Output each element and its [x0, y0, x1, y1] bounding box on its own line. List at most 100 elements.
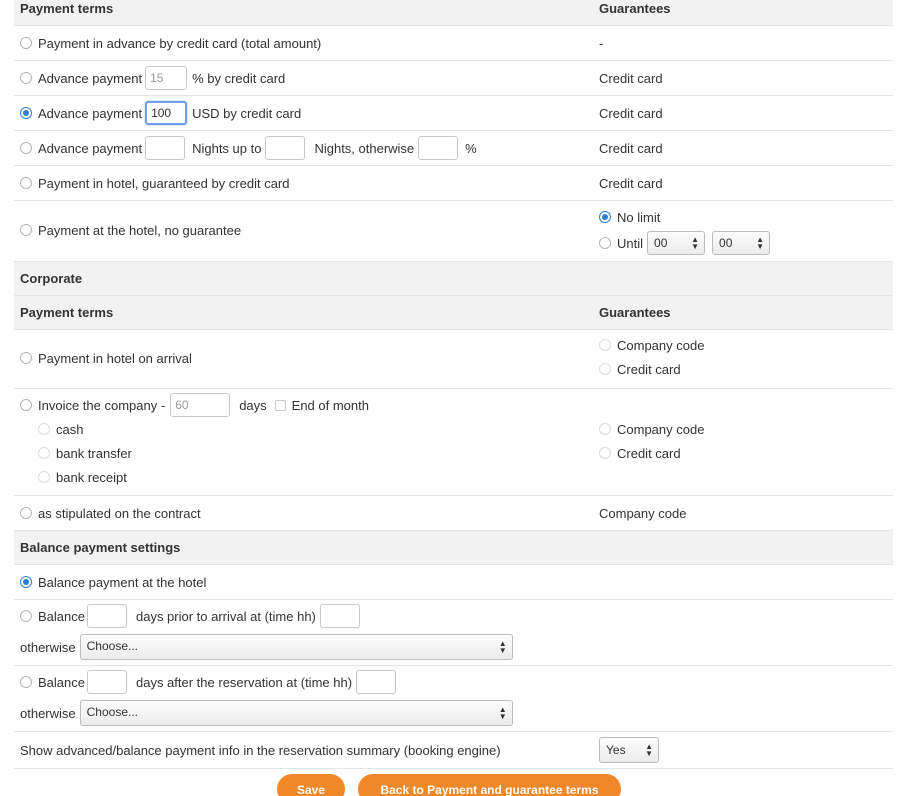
select-arrows-icon: ▲ ▼ — [645, 742, 653, 758]
hotel-guaranteed-guarantee: Credit card — [599, 175, 663, 191]
method-bank-receipt-label: bank receipt — [56, 469, 127, 485]
advance-nights-percent: % — [465, 140, 477, 156]
balance-after-otherwise: otherwise — [20, 705, 76, 721]
invoice-days-input[interactable]: 60 — [170, 393, 231, 417]
balance-prior: Balance days prior to arrival at (time h… — [14, 600, 893, 666]
no-limit-label: No limit — [617, 209, 661, 225]
save-button[interactable]: Save — [277, 774, 345, 796]
select-arrows-icon: ▲ ▼ — [756, 235, 765, 251]
advance-nights-upto-input[interactable] — [265, 136, 306, 160]
advance-total-radio[interactable] — [20, 37, 32, 49]
balance-after-mid: days after the reservation at (time hh) — [135, 674, 353, 690]
on-arrival-company-code-radio[interactable] — [599, 339, 611, 351]
balance-prior-mid: days prior to arrival at (time hh) — [135, 608, 316, 624]
corporate-header: Corporate — [14, 262, 893, 296]
option-hotel-no-guarantee: Payment at the hotel, no guarantee No li… — [14, 201, 893, 262]
balance-after-radio[interactable] — [20, 676, 32, 688]
invoice-company-code-radio[interactable] — [599, 423, 611, 435]
advance-total-guarantee: - — [599, 35, 604, 51]
advance-total-label: Payment in advance by credit card (total… — [38, 35, 322, 51]
until-radio[interactable] — [599, 237, 611, 249]
corporate-payment-terms-title: Payment terms — [20, 305, 114, 320]
until-minute-select[interactable]: 00 ▲ ▼ — [712, 231, 771, 255]
advance-percent-radio[interactable] — [20, 72, 32, 84]
invoice-credit-card-radio[interactable] — [599, 447, 611, 459]
option-advance-total: Payment in advance by credit card (total… — [14, 26, 893, 61]
advance-nights-radio[interactable] — [20, 142, 32, 154]
payment-terms-header: Payment terms Guarantees — [14, 0, 893, 26]
corporate-invoice: Invoice the company - 60 days End of mon… — [14, 389, 893, 496]
balance-header: Balance payment settings — [14, 531, 893, 565]
select-arrows-icon: ▲ ▼ — [498, 705, 507, 721]
balance-after-select[interactable]: Choose... ▲ ▼ — [79, 700, 513, 726]
option-advance-usd: Advance payment 100 USD by credit card C… — [14, 96, 893, 131]
balance-after-time-input[interactable] — [356, 670, 397, 694]
balance-after-days-input[interactable] — [86, 670, 127, 694]
advance-nights-input[interactable] — [145, 136, 186, 160]
invoice-radio[interactable] — [20, 399, 32, 411]
method-bank-transfer-label: bank transfer — [56, 445, 132, 461]
balance-title: Balance payment settings — [20, 540, 181, 555]
balance-prior-radio[interactable] — [20, 610, 32, 622]
select-arrows-icon: ▲ ▼ — [691, 235, 700, 251]
show-info-row: Show advanced/balance payment info in th… — [14, 732, 893, 769]
end-of-month-label: End of month — [291, 397, 369, 413]
contract-guarantee: Company code — [599, 505, 687, 521]
method-bank-receipt-radio[interactable] — [38, 471, 50, 483]
balance-after-label: Balance — [38, 674, 85, 690]
on-arrival-credit-card-radio[interactable] — [599, 363, 611, 375]
show-info-select[interactable]: Yes ▲ ▼ — [599, 737, 659, 763]
advance-usd-suffix: USD by credit card — [192, 105, 302, 121]
on-arrival-radio[interactable] — [20, 352, 32, 364]
balance-prior-time-input[interactable] — [319, 604, 360, 628]
balance-prior-select[interactable]: Choose... ▲ ▼ — [79, 634, 513, 660]
contract-radio[interactable] — [20, 507, 32, 519]
balance-at-hotel-radio[interactable] — [20, 576, 32, 588]
advance-usd-input[interactable]: 100 — [145, 101, 188, 125]
corporate-title: Corporate — [20, 271, 83, 286]
advance-usd-radio[interactable] — [20, 107, 32, 119]
on-arrival-label: Payment in hotel on arrival — [38, 350, 192, 366]
method-cash-label: cash — [56, 421, 84, 437]
end-of-month-checkbox[interactable] — [274, 399, 286, 411]
contract-label: as stipulated on the contract — [38, 505, 201, 521]
on-arrival-company-code-label: Company code — [617, 337, 705, 353]
balance-prior-otherwise: otherwise — [20, 639, 76, 655]
hotel-no-guarantee-radio[interactable] — [20, 224, 32, 236]
corporate-contract: as stipulated on the contract Company co… — [14, 496, 893, 531]
corporate-on-arrival: Payment in hotel on arrival Company code… — [14, 330, 893, 389]
advance-nights-guarantee: Credit card — [599, 140, 663, 156]
balance-after: Balance days after the reservation at (t… — [14, 666, 893, 732]
advance-nights-end: Nights, otherwise — [314, 140, 415, 156]
method-cash-radio[interactable] — [38, 423, 50, 435]
balance-prior-days-input[interactable] — [86, 604, 127, 628]
no-limit-radio[interactable] — [599, 211, 611, 223]
advance-usd-label: Advance payment — [38, 105, 143, 121]
invoice-credit-card-label: Credit card — [617, 445, 681, 461]
method-bank-transfer-radio[interactable] — [38, 447, 50, 459]
advance-percent-input[interactable]: 15 — [145, 66, 188, 90]
show-info-label: Show advanced/balance payment info in th… — [20, 742, 501, 758]
advance-usd-guarantee: Credit card — [599, 105, 663, 121]
select-arrows-icon: ▲ ▼ — [498, 639, 507, 655]
hotel-guaranteed-radio[interactable] — [20, 177, 32, 189]
on-arrival-credit-card-label: Credit card — [617, 361, 681, 377]
option-advance-percent: Advance payment 15 % by credit card Cred… — [14, 61, 893, 96]
advance-percent-suffix: % by credit card — [192, 70, 286, 86]
payment-terms-title: Payment terms — [20, 0, 114, 16]
invoice-label: Invoice the company - — [38, 397, 166, 413]
balance-prior-label: Balance — [38, 608, 85, 624]
back-to-terms-button[interactable]: Back to Payment and guarantee terms — [358, 774, 621, 796]
advance-percent-guarantee: Credit card — [599, 70, 663, 86]
hotel-no-guarantee-label: Payment at the hotel, no guarantee — [38, 222, 242, 238]
invoice-days-label: days — [239, 397, 267, 413]
until-label: Until — [617, 235, 644, 251]
advance-nights-percent-input[interactable] — [418, 136, 459, 160]
hotel-guaranteed-label: Payment in hotel, guaranteed by credit c… — [38, 175, 290, 191]
until-hour-select[interactable]: 00 ▲ ▼ — [647, 231, 706, 255]
corporate-terms-header: Payment terms Guarantees — [14, 296, 893, 330]
invoice-company-code-label: Company code — [617, 421, 705, 437]
option-hotel-guaranteed: Payment in hotel, guaranteed by credit c… — [14, 166, 893, 201]
balance-at-hotel: Balance payment at the hotel — [14, 565, 893, 600]
option-advance-nights: Advance payment Nights up to Nights, oth… — [14, 131, 893, 166]
